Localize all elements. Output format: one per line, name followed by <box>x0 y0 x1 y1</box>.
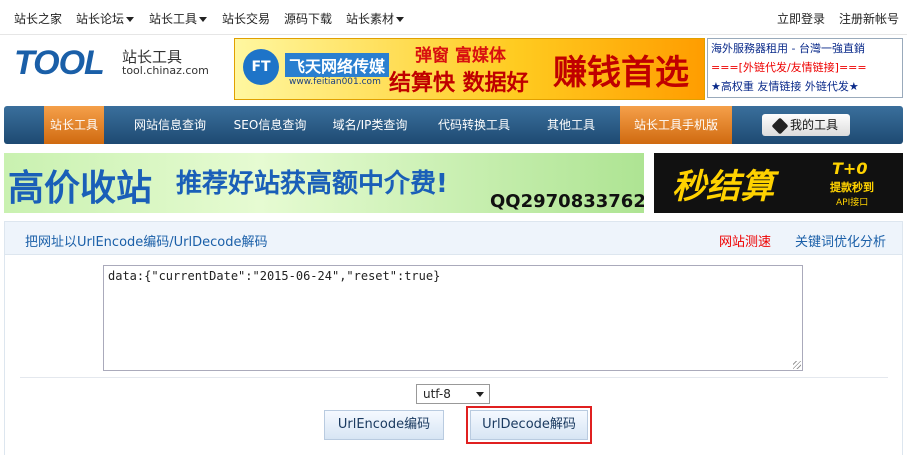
top-nav: 站长之家 站长论坛 站长工具 站长交易 源码下载 站长素材 立即登录 注册新帐号 <box>0 0 907 35</box>
chevron-down-icon <box>126 17 135 22</box>
banner2-line: 提款秒到 <box>830 181 874 194</box>
my-tools-button[interactable]: 我的工具 <box>762 114 850 136</box>
chevron-down-icon <box>476 392 484 397</box>
feitian-logo-icon: FT <box>243 49 279 85</box>
main-nav: 站长工具 网站信息查询 SEO信息查询 域名/IP类查询 代码转换工具 其他工具… <box>4 106 903 144</box>
speed-test-link[interactable]: 网站测速 <box>719 231 771 250</box>
nav-tab-mobile[interactable]: 站长工具手机版 <box>620 106 732 144</box>
banner2-tag: T+0 <box>832 159 868 178</box>
ad-line2: 结算快 数据好 <box>389 71 529 96</box>
topnav-label: 站长论坛 <box>76 12 125 26</box>
topnav-item-forum[interactable]: 站长论坛 <box>76 10 135 27</box>
promo-banner-right[interactable]: 秒结算 T+0 提款秒到 API接口 <box>654 153 903 213</box>
textarea-value: data:{"currentDate":"2015-06-24","reset"… <box>108 269 441 283</box>
chevron-down-icon <box>396 17 405 22</box>
nav-tab-code[interactable]: 代码转换工具 <box>424 106 524 144</box>
ad-slogan: 赚钱首选 <box>553 53 689 93</box>
topnav-item-assets[interactable]: 站长素材 <box>346 10 405 27</box>
nav-tab-seo[interactable]: SEO信息查询 <box>222 106 318 144</box>
encoding-select[interactable]: utf-8 <box>416 384 490 404</box>
nav-tab-domain-ip[interactable]: 域名/IP类查询 <box>320 106 420 144</box>
ad-line1: 弹窗 富媒体 <box>415 46 506 66</box>
text-ad-line2[interactable]: ===[外链代发/友情链接]=== <box>711 58 902 77</box>
topnav-item-tools[interactable]: 站长工具 <box>149 10 208 27</box>
breadcrumb-bar: 把网址以UrlEncode编码/UrlDecode解码 网站测速 关键词优化分析 <box>4 221 903 255</box>
ad-banner[interactable]: FT 飞天网络传媒 www.feitian001.com 弹窗 富媒体 结算快 … <box>234 38 705 100</box>
my-tools-label: 我的工具 <box>789 118 838 132</box>
topnav-label: 站长素材 <box>346 12 395 26</box>
text-ad[interactable]: 海外服務器租用 - 台灣一強直銷 ===[外链代发/友情链接]=== ★高权重 … <box>707 38 903 98</box>
breadcrumb[interactable]: 把网址以UrlEncode编码/UrlDecode解码 <box>25 231 268 250</box>
text-ad-line1[interactable]: 海外服務器租用 - 台灣一強直銷 <box>711 39 902 58</box>
login-link[interactable]: 立即登录 <box>777 10 825 27</box>
wrench-icon <box>771 117 789 134</box>
nav-tab-tools[interactable]: 站长工具 <box>44 106 104 144</box>
highlight-box <box>466 406 592 444</box>
banner2-title: 秒结算 <box>672 167 774 207</box>
banner1-subtitle: 推荐好站获高额中介费! <box>176 169 448 199</box>
encoding-value: utf-8 <box>423 387 451 401</box>
chevron-down-icon <box>199 17 208 22</box>
banner1-title: 高价收站 <box>8 168 153 209</box>
promo-banner-left[interactable]: 高价收站 推荐好站获高额中介费! QQ2970833762 <box>4 153 644 213</box>
urlencode-button[interactable]: UrlEncode编码 <box>324 410 444 440</box>
register-link[interactable]: 注册新帐号 <box>839 10 899 27</box>
banner1-qq: QQ2970833762 <box>490 191 644 212</box>
topnav-item-home[interactable]: 站长之家 <box>14 10 62 27</box>
nav-tab-site-info[interactable]: 网站信息查询 <box>120 106 220 144</box>
logo-domain: tool.chinaz.com <box>122 64 209 77</box>
topnav-item-source[interactable]: 源码下载 <box>284 10 332 27</box>
topnav-label: 站长工具 <box>149 12 198 26</box>
topnav-item-trade[interactable]: 站长交易 <box>222 10 270 27</box>
text-ad-line3[interactable]: ★高权重 友情链接 外链代发★ <box>711 77 902 96</box>
divider <box>20 377 888 378</box>
url-input-textarea[interactable]: data:{"currentDate":"2015-06-24","reset"… <box>103 265 803 371</box>
nav-tab-other[interactable]: 其他工具 <box>530 106 612 144</box>
logo-mark: TOOL <box>14 44 105 82</box>
keyword-analysis-link[interactable]: 关键词优化分析 <box>795 231 886 250</box>
ad-brand-name: 飞天网络传媒 <box>285 53 390 77</box>
resize-handle-icon[interactable] <box>793 361 801 369</box>
banner2-api: API接口 <box>836 198 869 208</box>
site-logo[interactable]: TOOL 站长工具 tool.chinaz.com <box>14 44 224 84</box>
ad-url: www.feitian001.com <box>289 77 381 87</box>
